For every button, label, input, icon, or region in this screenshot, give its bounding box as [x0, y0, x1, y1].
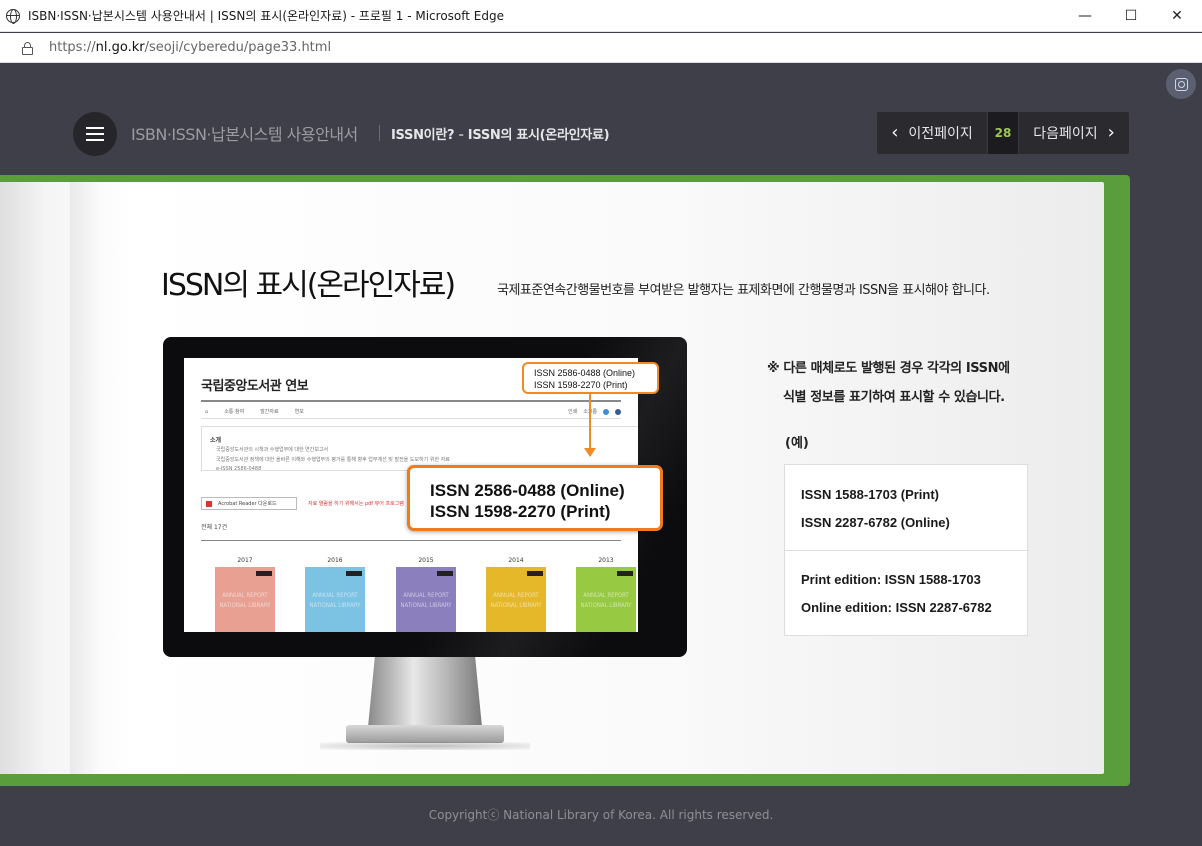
- acrobat-download-button: Acrobat Reader 다운로드: [201, 497, 297, 510]
- minimize-button[interactable]: —: [1062, 0, 1108, 32]
- report-cover-2015: ANNUAL REPORT NATIONAL LIBRARY: [396, 567, 456, 632]
- report-cover-2016: ANNUAL REPORT NATIONAL LIBRARY: [305, 567, 365, 632]
- page-title: ISSN의 표시(온라인자료): [161, 268, 456, 303]
- example-row: Online edition: ISSN 2287-6782: [801, 600, 992, 615]
- header-divider: [379, 125, 380, 141]
- menu-button[interactable]: [73, 112, 117, 156]
- monitor-base: [346, 725, 504, 743]
- issn-callout-small: ISSN 2586-0488 (Online) ISSN 1598-2270 (…: [522, 362, 659, 394]
- example-row: Print edition: ISSN 1588-1703: [801, 572, 981, 587]
- example-row: ISSN 1588-1703 (Print): [801, 487, 940, 502]
- report-cover-2017: ANNUAL REPORT NATIONAL LIBRARY: [215, 567, 275, 632]
- pdf-notice: 자료 열람을 하기 위해서는 pdf 뷰어 프로그램: [308, 501, 404, 507]
- screen-title: 국립중앙도서관 연보: [201, 379, 309, 394]
- example-label: (예): [785, 436, 809, 451]
- address-bar[interactable]: https://nl.go.kr/seoji/cyberedu/page33.h…: [0, 33, 1202, 63]
- chevron-left-icon: ‹: [891, 122, 899, 143]
- report-cover-2014: ANNUAL REPORT NATIONAL LIBRARY: [486, 567, 546, 632]
- facebook-icon: [615, 408, 621, 415]
- callout-arrow: [589, 394, 591, 448]
- copyright: Copyrightⓒ National Library of Korea. Al…: [428, 808, 774, 822]
- breadcrumb-parent: ISSN이란?: [391, 128, 455, 143]
- total-count: 전체 17건: [201, 524, 228, 531]
- twitter-icon: [603, 408, 609, 415]
- site-title[interactable]: ISBN·ISSN·납본시스템 사용안내서: [131, 121, 358, 145]
- screen-breadcrumb: ⌂ 소통 참여 발간자료 연보 인쇄 소크롭: [201, 405, 621, 419]
- note-text: ※ 다른 매체로도 발행된 경우 각각의 ISSN에 식별 정보를 표기하여 표…: [767, 361, 1010, 405]
- maximize-button[interactable]: ☐: [1108, 0, 1154, 32]
- monitor-stand: [368, 657, 482, 727]
- report-cover-2013: ANNUAL REPORT NATIONAL LIBRARY: [576, 567, 636, 632]
- window-title: ISBN·ISSN·납본시스템 사용안내서 | ISSN의 표시(온라인자료) …: [28, 9, 504, 23]
- screenshot-icon[interactable]: [1166, 69, 1196, 99]
- page-fold: [70, 182, 100, 774]
- globe-icon: [6, 8, 20, 24]
- page-number: 28: [987, 112, 1019, 154]
- page-description: 국제표준연속간행물번호를 부여받은 발행자는 표제화면에 간행물명과 ISSN을…: [497, 283, 990, 298]
- breadcrumb-current: ISSN의 표시(온라인자료): [467, 128, 610, 143]
- prev-page-button[interactable]: ‹ 이전페이지: [877, 112, 987, 154]
- window-titlebar: ISBN·ISSN·납본시스템 사용안내서 | ISSN의 표시(온라인자료) …: [0, 0, 1202, 32]
- example-row: ISSN 2287-6782 (Online): [801, 515, 950, 530]
- monitor-shadow: [320, 742, 530, 750]
- chevron-right-icon: ›: [1107, 122, 1115, 143]
- screen-rule: [201, 400, 621, 402]
- page-navigator: ‹ 이전페이지 28 다음페이지 ›: [877, 112, 1129, 154]
- breadcrumb: ISSN이란? - ISSN의 표시(온라인자료): [391, 128, 610, 143]
- home-icon: ⌂: [205, 408, 209, 415]
- arrow-down-icon: [584, 448, 596, 457]
- screen-rule-2: [201, 540, 621, 541]
- example-divider: [785, 550, 1027, 551]
- url-text[interactable]: https://nl.go.kr/seoji/cyberedu/page33.h…: [49, 40, 331, 55]
- issn-callout-large: ISSN 2586-0488 (Online) ISSN 1598-2270 (…: [407, 465, 663, 531]
- lock-icon: [22, 41, 33, 55]
- example-box: ISSN 1588-1703 (Print) ISSN 2287-6782 (O…: [784, 464, 1028, 636]
- next-page-button[interactable]: 다음페이지 ›: [1019, 112, 1129, 154]
- close-button[interactable]: ✕: [1154, 0, 1200, 32]
